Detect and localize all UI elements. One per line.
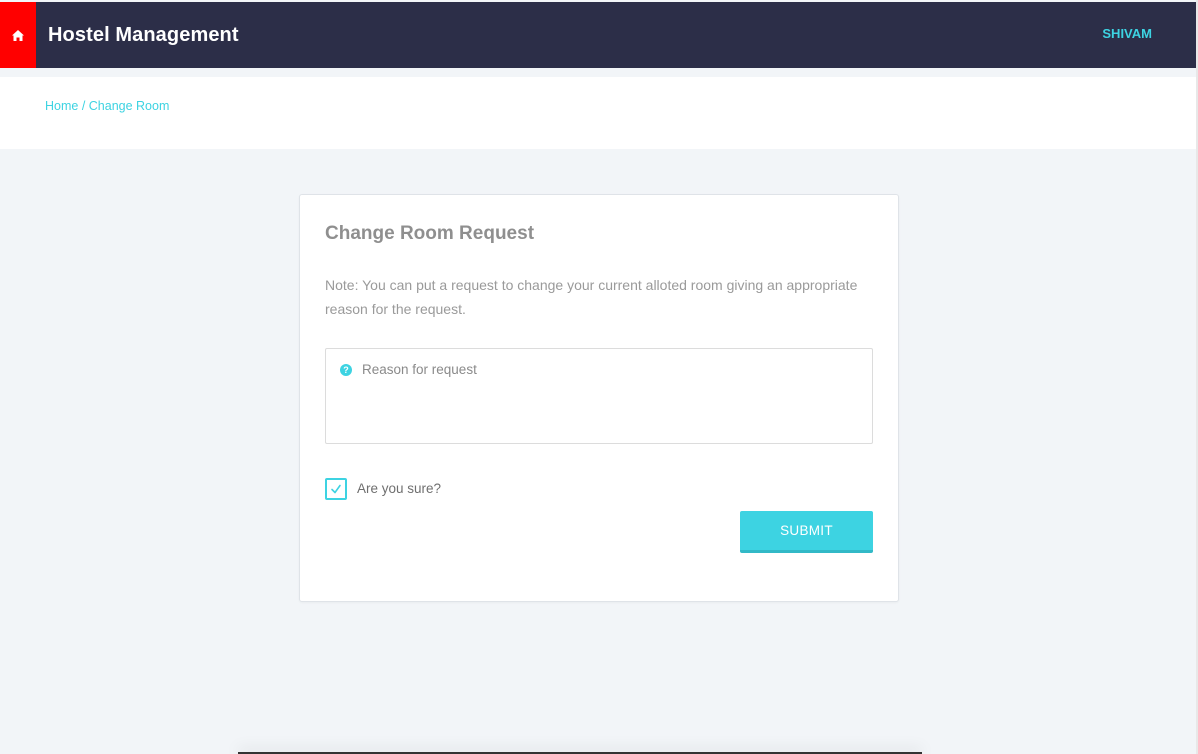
confirm-label: Are you sure? [357,481,442,496]
home-button[interactable] [0,2,36,68]
checkmark-icon [331,484,341,494]
breadcrumb-home-link[interactable]: Home [45,99,78,113]
submit-button[interactable]: SUBMIT [740,511,873,553]
reason-input[interactable]: ? Reason for request [325,348,873,444]
app-title: Hostel Management [48,23,239,46]
top-navbar: Hostel Management SHIVAM [0,2,1196,68]
question-circle-icon: ? [340,364,352,376]
breadcrumb: Home / Change Room [45,99,169,113]
user-menu[interactable]: SHIVAM [1102,26,1152,41]
confirm-checkbox[interactable] [325,478,347,500]
breadcrumb-bar: Home / Change Room [0,77,1196,149]
page-title: Change Room Request [325,223,535,244]
home-icon [12,29,24,41]
navbar-divider [0,68,1196,77]
request-note: Note: You can put a request to change yo… [325,277,858,317]
change-room-card: Change Room Request Note: You can put a … [299,194,899,602]
reason-placeholder: Reason for request [362,362,477,377]
breadcrumb-current[interactable]: Change Room [89,99,170,113]
breadcrumb-separator: / [78,99,89,113]
